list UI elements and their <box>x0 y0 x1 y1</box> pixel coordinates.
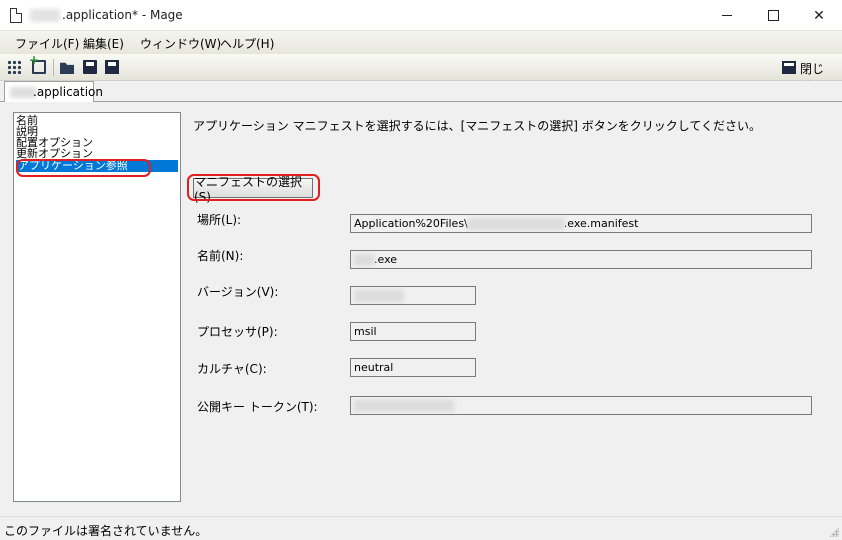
toolbar-separator <box>53 59 54 76</box>
version-label: バージョン(V): <box>197 285 279 299</box>
document-icon <box>10 8 22 23</box>
menu-bar: ファイル(F) 編集(E) ウィンドウ(W) ヘルプ(H) <box>0 31 842 54</box>
location-label: 場所(L): <box>197 213 242 227</box>
name-value-suffix: .exe <box>374 253 398 266</box>
save-icon[interactable] <box>83 60 97 74</box>
tab-application[interactable]: .application <box>4 81 103 102</box>
open-folder-icon[interactable] <box>60 62 74 74</box>
location-value-suffix: .exe.manifest <box>563 217 639 230</box>
redacted-version <box>354 290 404 302</box>
processor-field[interactable]: msil <box>350 322 476 341</box>
status-text: このファイルは署名されていません。 <box>4 524 208 538</box>
menu-file[interactable]: ファイル(F) <box>15 35 79 52</box>
name-label: 名前(N): <box>197 249 244 263</box>
close-icon[interactable]: ✕ <box>796 0 842 31</box>
annotation-highlight-nav <box>16 159 151 177</box>
redacted-token <box>354 400 454 412</box>
location-value-prefix: Application%20Files\ <box>354 217 468 230</box>
window-title: .application* - Mage <box>62 8 183 22</box>
public-key-token-label: 公開キー トークン(T): <box>197 400 318 414</box>
new-grid-icon[interactable] <box>7 60 21 74</box>
instruction-text: アプリケーション マニフェストを選択するには、[マニフェストの選択] ボタンをク… <box>193 119 762 133</box>
menu-window[interactable]: ウィンドウ(W) <box>140 35 221 52</box>
redacted-location <box>467 218 564 230</box>
processor-label: プロセッサ(P): <box>197 325 278 339</box>
menu-edit[interactable]: 編集(E) <box>83 35 124 52</box>
title-bar: .application* - Mage ✕ <box>0 0 842 31</box>
public-key-token-field[interactable] <box>350 396 812 415</box>
menu-help[interactable]: ヘルプ(H) <box>220 35 274 52</box>
close-document-button[interactable]: 閉じる <box>782 58 834 93</box>
name-field[interactable]: .exe <box>350 250 812 269</box>
redacted-filename <box>30 9 60 22</box>
status-bar: このファイルは署名されていません。 <box>0 516 842 540</box>
toolbar: 閉じる <box>0 53 842 93</box>
document-tabs: .application <box>0 81 842 102</box>
redacted-name <box>354 254 374 266</box>
minimize-icon[interactable] <box>704 0 750 31</box>
culture-label: カルチャ(C): <box>197 362 267 376</box>
save-all-icon[interactable] <box>105 60 119 74</box>
culture-field[interactable]: neutral <box>350 358 476 377</box>
close-document-icon <box>782 61 796 74</box>
tab-label: .application <box>33 85 104 99</box>
resize-grip-icon[interactable] <box>829 527 839 537</box>
new-add-icon[interactable] <box>29 53 46 74</box>
maximize-icon[interactable] <box>750 0 796 31</box>
annotation-highlight-button <box>187 174 320 201</box>
version-field[interactable] <box>350 286 476 305</box>
location-field[interactable]: Application%20Files\ .exe.manifest <box>350 214 812 233</box>
